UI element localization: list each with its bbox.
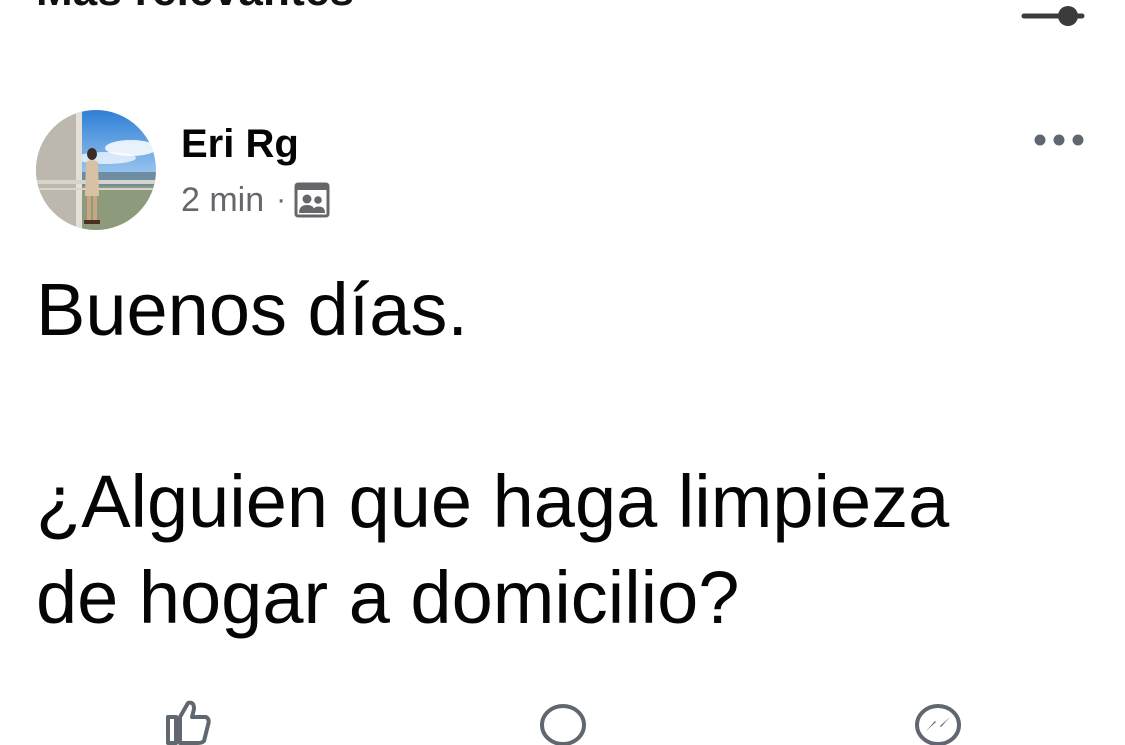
like-button[interactable] <box>158 695 218 745</box>
post-text-line: Buenos días. <box>36 268 468 351</box>
more-options-icon[interactable] <box>1032 126 1086 154</box>
author-avatar[interactable] <box>36 110 156 230</box>
post-action-bar <box>0 695 1125 745</box>
comment-icon <box>540 704 586 745</box>
comment-button[interactable] <box>533 695 593 745</box>
messenger-share-icon <box>915 704 961 745</box>
post-meta: 2 min · <box>181 178 330 222</box>
post-text-line: ¿Alguien que haga limpieza <box>36 460 950 543</box>
post-text-line: de hogar a domicilio? <box>36 556 740 639</box>
slider-toggle-icon[interactable] <box>1020 4 1086 28</box>
section-title: Más relevantes <box>36 0 354 16</box>
like-icon <box>166 700 211 745</box>
group-members-icon <box>294 182 330 218</box>
meta-separator: · <box>276 183 287 216</box>
author-name[interactable]: Eri Rg <box>181 122 299 167</box>
post-text: Buenos días. ¿Alguien que haga limpieza … <box>36 262 1096 646</box>
send-button[interactable] <box>908 695 968 745</box>
post-timestamp[interactable]: 2 min <box>181 181 264 220</box>
post-header: Eri Rg 2 min · <box>36 110 1096 232</box>
profile-photo-icon <box>36 110 156 230</box>
